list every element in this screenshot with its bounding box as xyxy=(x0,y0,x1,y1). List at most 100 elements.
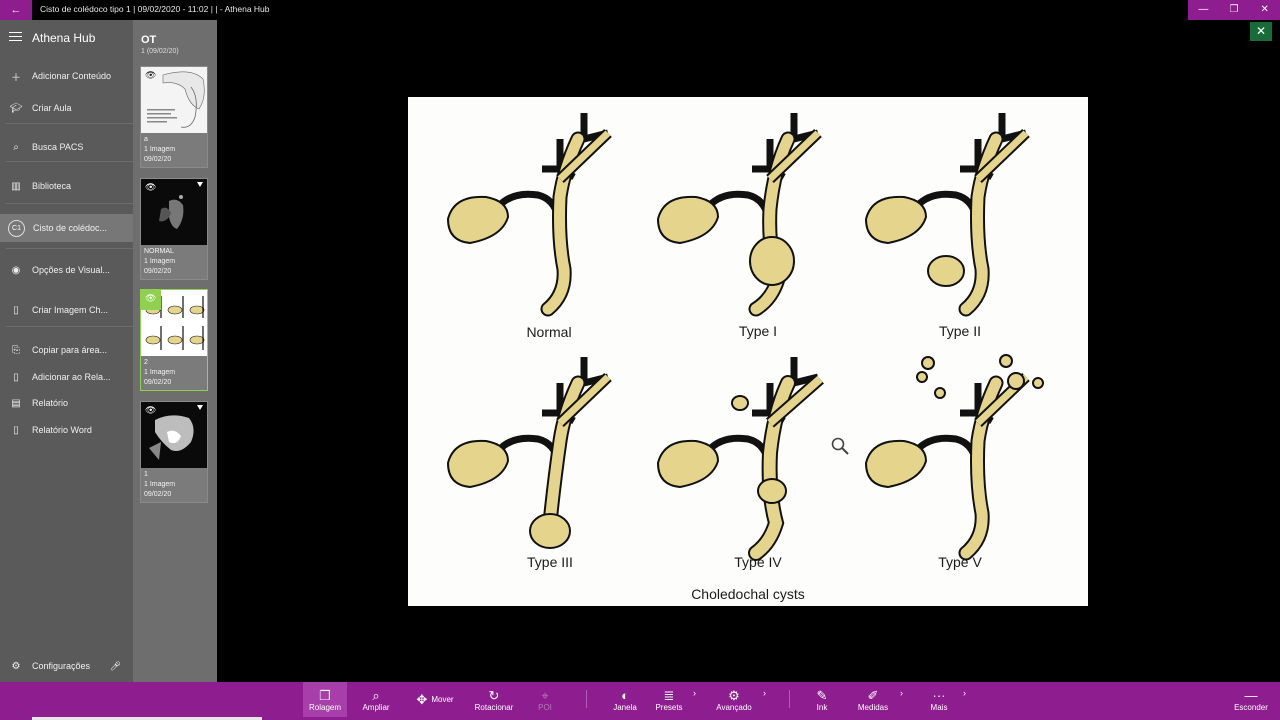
window-title: Cisto de colédoco tipo 1 | 09/02/2020 - … xyxy=(40,4,270,14)
hide-toolbar-button[interactable]: — Esconder xyxy=(1232,682,1270,717)
close-viewer-button[interactable]: ✕ xyxy=(1250,22,1272,41)
bottom-toolbar: ❐ Rolagem ⌕ Ampliar ✥ Mover ↻ Rotacionar ⌖ PO… xyxy=(0,682,1280,720)
copy-icon: ⎘ xyxy=(12,344,20,356)
scroll-tool-button[interactable]: ❐ Rolagem xyxy=(303,682,347,717)
thumbnail-date: 09/02/20 xyxy=(144,156,172,163)
image-viewer[interactable]: Normal Type I Type II Type III Type IV T… xyxy=(408,97,1088,606)
diagram-type-iii xyxy=(446,357,612,549)
diagram-caption: Choledochal cysts xyxy=(691,586,805,602)
diagram-label-normal: Normal xyxy=(526,324,572,340)
dropdown-arrow-icon[interactable] xyxy=(197,182,203,187)
close-window-button[interactable]: ✕ xyxy=(1249,0,1280,20)
visibility-eye-icon[interactable]: 👁︎ xyxy=(145,182,156,193)
diagram-label-type-v: Type V xyxy=(938,554,982,570)
thumbnail-count: 1 Imagem xyxy=(144,146,176,153)
thumbnail-date: 09/02/20 xyxy=(144,491,172,498)
diagram-type-i xyxy=(656,113,822,317)
layers-icon: ❐ xyxy=(319,687,331,703)
thumbnail-image: 👁︎ xyxy=(141,179,207,245)
more-icon: ··· xyxy=(932,687,946,703)
window-controls: — ❐ ✕ xyxy=(1188,0,1280,20)
sidebar-item-pacs-search[interactable]: ⌕ Busca PACS xyxy=(0,134,133,160)
more-chevron-icon[interactable]: › xyxy=(963,688,966,698)
diagram-label-type-iv: Type IV xyxy=(734,554,782,570)
presets-button[interactable]: ≣ Presets xyxy=(652,682,686,717)
sidebar-item-report[interactable]: ▤ Relatório xyxy=(0,390,133,416)
graduation-cap-icon: 🎓︎ xyxy=(9,102,23,114)
search-icon: ⌕ xyxy=(13,141,19,153)
thumbnail-date: 09/02/20 xyxy=(144,379,172,386)
hamburger-menu-icon[interactable] xyxy=(9,32,22,44)
choledochal-cyst-diagram xyxy=(446,113,1044,561)
sidebar-item-add-to-report[interactable]: ▯ Adicionar ao Rela... xyxy=(0,364,133,390)
sidebar-item-copy[interactable]: ⎘ Copiar para área... xyxy=(0,337,133,363)
back-button[interactable]: ← xyxy=(0,0,32,20)
thumbnail-image: 👁︎ xyxy=(141,402,207,468)
ink-button[interactable]: ✎ Ink xyxy=(810,682,834,717)
minimize-button[interactable]: — xyxy=(1188,0,1219,20)
thumbnail-item[interactable]: 👁︎ NORMAL 1 Imagem 09/02/20 xyxy=(140,178,208,280)
thumbnail-count: 1 Imagem xyxy=(144,369,176,376)
diagram-label-type-iii: Type III xyxy=(527,554,573,570)
measurements-chevron-icon[interactable]: › xyxy=(900,688,903,698)
sidebar-item-library[interactable]: ▥ Biblioteca xyxy=(0,173,133,199)
window-level-button[interactable]: ◐ Janela xyxy=(608,682,642,717)
visibility-eye-icon[interactable]: 👁︎ xyxy=(145,70,156,81)
thumbnail-image: 👁︎ xyxy=(141,67,207,133)
series-header: OT xyxy=(141,34,157,46)
thumbnail-image: 👁︎ xyxy=(141,290,207,356)
magnify-icon: ⌕ xyxy=(372,687,380,703)
zoom-cursor-icon xyxy=(830,436,850,461)
more-button[interactable]: ··· Mais xyxy=(926,682,952,717)
rotate-tool-button[interactable]: ↻ Rotacionar xyxy=(472,682,516,717)
pen-icon: ✎ xyxy=(816,687,828,703)
visibility-eye-icon[interactable]: 👁︎ xyxy=(145,405,156,416)
c1-badge-icon: C1 xyxy=(8,219,25,237)
move-tool-button[interactable]: ✥ Mover xyxy=(410,682,460,717)
sidebar-item-create-image[interactable]: ▯ Criar Imagem Ch... xyxy=(0,297,133,323)
thumbnail-count: 1 Imagem xyxy=(144,258,176,265)
app-title: Athena Hub xyxy=(32,31,96,45)
visibility-eye-icon[interactable]: 👁︎ xyxy=(145,293,156,304)
thumbnail-item[interactable]: 👁︎ a 1 Imagem 09/02/20 xyxy=(140,66,208,168)
presets-chevron-icon[interactable]: › xyxy=(693,688,696,698)
sidebar-item-add-content[interactable]: ＋ Adicionar Conteúdo xyxy=(0,63,133,89)
thumbnail-item[interactable]: 👁︎ 1 1 Imagem 09/02/20 xyxy=(140,401,208,503)
move-icon: ✥ xyxy=(416,692,428,707)
thumbnail-name: NORMAL xyxy=(144,248,174,255)
image-icon: ▯ xyxy=(13,304,19,316)
diagram-type-v xyxy=(864,354,1044,561)
report-icon: ▤ xyxy=(11,397,21,409)
poi-tool-button[interactable]: ⌖ POI xyxy=(530,682,560,717)
gear-icon: ⚙ xyxy=(728,687,740,703)
measurements-button[interactable]: ✐ Medidas xyxy=(855,682,891,717)
advanced-button[interactable]: ⚙ Avançado xyxy=(714,682,754,717)
sidebar-item-settings[interactable]: ⚙ Configurações 🎤︎ xyxy=(0,653,133,679)
poi-icon: ⌖ xyxy=(541,687,549,703)
sidebar-item-word-report[interactable]: ▯ Relatório Word xyxy=(0,417,133,443)
back-arrow-icon: ← xyxy=(10,4,22,16)
diagram-type-iv xyxy=(656,357,824,561)
thumbnail-item-selected[interactable]: 👁︎ 2 1 Imagem 09/02/20 xyxy=(140,289,208,391)
library-icon: ▥ xyxy=(11,180,21,192)
sidebar-item-current-study[interactable]: C1 Cisto de colédoc... xyxy=(0,214,133,242)
plus-icon: ＋ xyxy=(11,72,21,84)
diagram-type-ii xyxy=(864,113,1030,317)
thumbnail-name: 1 xyxy=(144,471,148,478)
minus-icon: — xyxy=(1244,687,1258,703)
zoom-tool-button[interactable]: ⌕ Ampliar xyxy=(356,682,396,717)
contrast-icon: ◐ xyxy=(621,687,629,703)
microphone-icon[interactable]: 🎤︎ xyxy=(110,661,121,672)
list-icon: ≣ xyxy=(663,687,675,703)
sidebar: Athena Hub ＋ Adicionar Conteúdo 🎓︎ Criar A… xyxy=(0,20,133,682)
ruler-icon: ✐ xyxy=(867,687,879,703)
sidebar-item-view-options[interactable]: ◉ Opções de Visual... xyxy=(0,257,133,283)
restore-button[interactable]: ❐ xyxy=(1219,0,1250,20)
rotate-icon: ↻ xyxy=(488,687,500,703)
advanced-chevron-icon[interactable]: › xyxy=(763,688,766,698)
sidebar-item-create-lesson[interactable]: 🎓︎ Criar Aula xyxy=(0,95,133,121)
thumbnail-date: 09/02/20 xyxy=(144,268,172,275)
diagram-label-type-ii: Type II xyxy=(938,323,982,339)
thumbnail-name: 2 xyxy=(144,359,148,366)
dropdown-arrow-icon[interactable] xyxy=(197,405,203,410)
